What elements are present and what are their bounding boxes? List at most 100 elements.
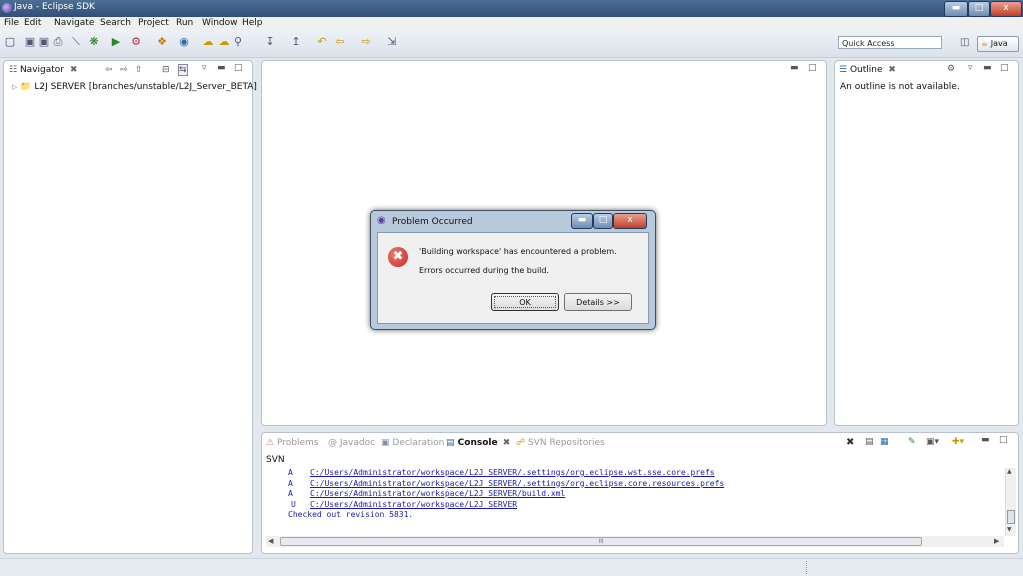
vertical-scrollbar[interactable]: ▲ ▼: [1005, 468, 1016, 536]
show-console-icon[interactable]: ▦: [880, 437, 889, 447]
minimize-icon: ▬: [577, 215, 587, 225]
scroll-left-icon[interactable]: ◀: [268, 537, 273, 545]
menu-project[interactable]: Project: [138, 18, 169, 28]
skip-breakpoints-icon[interactable]: ⟍: [70, 36, 82, 48]
vertical-scroll-thumb[interactable]: [1007, 510, 1015, 524]
navigator-panel: ☷ Navigator ✖ ⇦ ⇨ ⇧ ⊟ ⇆ ▿ ▬ □ ▷ 📁 L2J SE…: [3, 60, 257, 554]
menu-edit[interactable]: Edit: [24, 18, 41, 28]
svn-repositories-icon: ☍: [516, 438, 526, 448]
search-icon[interactable]: ⚲: [232, 36, 244, 48]
tab-declaration[interactable]: ▣ Declaration: [381, 438, 444, 448]
minimize-editor-icon[interactable]: ▬: [790, 63, 799, 73]
close-tab-icon[interactable]: ✖: [888, 65, 896, 75]
status-bar-separator: [806, 561, 808, 574]
previous-annotation-icon[interactable]: ↥: [290, 36, 302, 48]
save-all-icon[interactable]: ▣: [38, 36, 50, 48]
menu-navigate[interactable]: Navigate: [54, 18, 94, 28]
open-console-icon[interactable]: ✚▾: [952, 437, 964, 447]
new-icon[interactable]: ▢: [4, 36, 16, 48]
menu-file[interactable]: File: [4, 18, 19, 28]
debug-icon[interactable]: ❋: [88, 36, 100, 48]
close-tab-icon[interactable]: ✖: [503, 438, 511, 448]
tab-outline[interactable]: ☰ Outline ✖: [839, 65, 896, 75]
up-nav-icon[interactable]: ⇧: [135, 65, 143, 75]
menu-help[interactable]: Help: [242, 18, 263, 28]
console-footer-line: Checked out revision 5831.: [288, 510, 414, 519]
dialog-body: ✖ 'Building workspace' has encountered a…: [377, 232, 649, 324]
minimize-view-icon[interactable]: ▬: [217, 63, 226, 73]
view-menu-icon[interactable]: ▿: [202, 63, 207, 73]
minimize-button[interactable]: ▬: [944, 1, 968, 17]
dialog-title: Problem Occurred: [392, 217, 473, 227]
tree-item[interactable]: ▷ 📁 L2J SERVER [branches/unstable/L2J_Se…: [12, 82, 257, 92]
tab-problems[interactable]: ⚠ Problems: [266, 438, 318, 448]
dialog-maximize-button[interactable]: □: [593, 213, 613, 229]
console-line: U C:/Users/Administrator/workspace/L2J SE…: [291, 499, 518, 509]
dialog-message: 'Building workspace' has encountered a p…: [419, 247, 617, 256]
ok-button[interactable]: OK: [491, 293, 559, 311]
forward-nav-icon[interactable]: ⇨: [120, 65, 128, 75]
outline-tool-icon[interactable]: ⚙: [947, 64, 955, 74]
tab-svn-repositories[interactable]: ☍ SVN Repositories: [516, 438, 605, 448]
scroll-lock-icon[interactable]: ▤: [865, 437, 874, 447]
display-console-icon[interactable]: ▣▾: [926, 437, 939, 447]
eclipse-logo-icon: ◉: [377, 215, 386, 226]
minimize-view-icon[interactable]: ▬: [983, 63, 992, 73]
console-line: A C:/Users/Administrator/workspace/L2J SE…: [288, 468, 715, 477]
back-icon[interactable]: ⇦: [334, 36, 346, 48]
expand-arrow-icon[interactable]: ▷: [12, 83, 17, 91]
run-icon[interactable]: ▶: [110, 36, 122, 48]
tab-javadoc[interactable]: @ Javadoc: [328, 438, 375, 448]
open-folder-icon[interactable]: ☁: [218, 36, 230, 48]
scroll-right-icon[interactable]: ▶: [994, 537, 999, 545]
new-class-icon[interactable]: ◉: [178, 36, 190, 48]
open-perspective-icon[interactable]: ◫: [960, 37, 969, 48]
navigator-icon: ☷: [9, 65, 18, 75]
clear-console-icon[interactable]: ✖: [846, 437, 854, 448]
java-perspective-icon: ☕: [981, 39, 989, 48]
menu-window[interactable]: Window: [202, 18, 238, 28]
minimize-view-icon[interactable]: ▬: [981, 435, 990, 445]
eclipse-logo-icon: [2, 3, 12, 13]
print-icon[interactable]: ⎙: [52, 36, 64, 48]
new-java-project-icon[interactable]: ❖: [156, 36, 168, 48]
view-menu-icon[interactable]: ▿: [968, 63, 973, 73]
close-tab-icon[interactable]: ✖: [70, 65, 78, 75]
external-tools-icon[interactable]: ⚙: [130, 36, 142, 48]
menu-search[interactable]: Search: [100, 18, 131, 28]
dialog-minimize-button[interactable]: ▬: [571, 213, 593, 229]
maximize-view-icon[interactable]: □: [999, 435, 1008, 445]
collapse-all-icon[interactable]: ⊟: [162, 65, 170, 75]
link-with-editor-icon[interactable]: ⇆: [178, 64, 188, 76]
declaration-icon: ▣: [381, 438, 390, 448]
last-edit-icon[interactable]: ↶: [316, 36, 328, 48]
open-type-icon[interactable]: ☁: [202, 36, 214, 48]
save-icon[interactable]: ▣: [24, 36, 36, 48]
maximize-editor-icon[interactable]: □: [808, 63, 817, 73]
back-nav-icon[interactable]: ⇦: [105, 65, 113, 75]
pin-editor-icon[interactable]: ⇲: [386, 36, 398, 48]
maximize-button[interactable]: □: [968, 1, 990, 17]
quick-access-input[interactable]: Quick Access: [838, 36, 942, 49]
details-button[interactable]: Details >>: [564, 293, 632, 311]
java-perspective-button[interactable]: ☕ Java: [977, 36, 1019, 52]
dialog-close-button[interactable]: x: [613, 213, 647, 229]
close-button[interactable]: x: [990, 1, 1022, 17]
maximize-view-icon[interactable]: □: [1000, 63, 1009, 73]
scroll-up-icon[interactable]: ▲: [1007, 468, 1012, 475]
tab-console[interactable]: ▤ Console ✖: [446, 438, 510, 448]
window-title: Java - Eclipse SDK: [14, 2, 95, 12]
scroll-down-icon[interactable]: ▼: [1007, 526, 1012, 533]
next-annotation-icon[interactable]: ↧: [264, 36, 276, 48]
menu-bar: File Edit Navigate Search Project Run Wi…: [0, 17, 1023, 30]
menu-run[interactable]: Run: [176, 18, 193, 28]
console-line: A C:/Users/Administrator/workspace/L2J SE…: [288, 478, 725, 488]
tab-navigator[interactable]: ☷ Navigator ✖: [9, 65, 77, 75]
problem-dialog: ◉ Problem Occurred ▬ □ x ✖ 'Building wor…: [370, 210, 656, 330]
horizontal-scrollbar[interactable]: ◀ III ▶: [266, 536, 1004, 547]
horizontal-scroll-thumb[interactable]: III: [280, 537, 922, 546]
maximize-view-icon[interactable]: □: [234, 63, 243, 73]
forward-icon[interactable]: ⇨: [360, 36, 372, 48]
pin-console-icon[interactable]: ✎: [908, 437, 916, 447]
console-output: A C:/Users/Administrator/workspace/L2J SE…: [288, 468, 724, 521]
